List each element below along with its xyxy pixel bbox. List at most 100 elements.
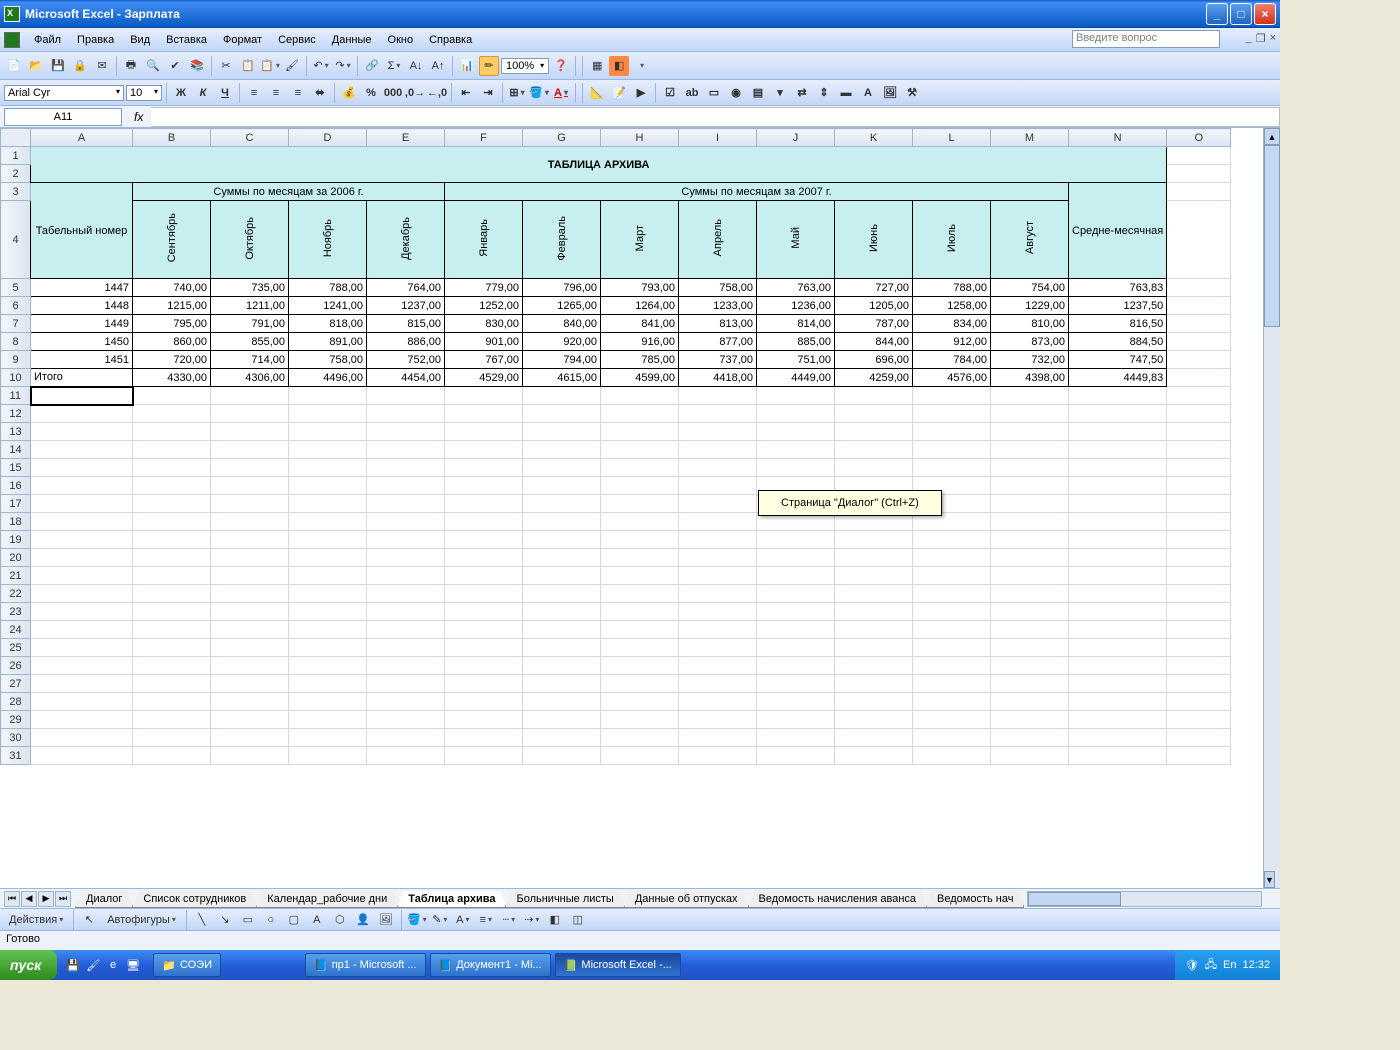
more-icon[interactable] <box>631 56 651 76</box>
tab-last-icon[interactable]: ⏭ <box>55 891 71 907</box>
total-label[interactable]: Итого <box>31 369 133 387</box>
total-value[interactable]: 4615,00 <box>523 369 601 387</box>
ql-desktop-icon[interactable]: 🖥 <box>123 955 143 975</box>
drawing-icon[interactable]: ✏ <box>479 56 499 76</box>
total-value[interactable]: 4449,00 <box>757 369 835 387</box>
cell-value[interactable]: 1233,00 <box>679 297 757 315</box>
selected-cell[interactable] <box>31 387 133 405</box>
tab-first-icon[interactable]: ⏮ <box>4 891 20 907</box>
cell-value[interactable]: 720,00 <box>133 351 211 369</box>
tray-net-icon[interactable]: 🖧 <box>1205 956 1217 975</box>
total-value[interactable]: 4418,00 <box>679 369 757 387</box>
font-color-icon[interactable]: A <box>551 83 571 103</box>
bold-icon[interactable]: Ж <box>171 83 191 103</box>
dec-indent-icon[interactable]: ⇤ <box>456 83 476 103</box>
sort-asc-icon[interactable]: A↓ <box>406 56 426 76</box>
cell-value[interactable]: 1252,00 <box>445 297 523 315</box>
cell-value[interactable]: 758,00 <box>679 279 757 297</box>
paste-icon[interactable]: 📋 <box>260 56 280 76</box>
cell-value[interactable]: 758,00 <box>289 351 367 369</box>
select-icon[interactable]: ↖ <box>79 910 99 930</box>
tray-lang[interactable]: En <box>1223 959 1236 971</box>
cell-value[interactable]: 891,00 <box>289 333 367 351</box>
row-header[interactable]: 1 <box>1 147 31 165</box>
col-header-C[interactable]: C <box>211 129 289 147</box>
sheet-tab[interactable]: Диалог <box>75 891 133 908</box>
col-header-N[interactable]: N <box>1069 129 1167 147</box>
cell-value[interactable]: 795,00 <box>133 315 211 333</box>
cell-value[interactable]: 1205,00 <box>835 297 913 315</box>
rect-icon[interactable]: ▭ <box>238 910 258 930</box>
fill-color-icon[interactable]: 🪣 <box>529 83 549 103</box>
cell-value[interactable]: 793,00 <box>601 279 679 297</box>
cell-value[interactable]: 873,00 <box>991 333 1069 351</box>
col-header-M[interactable]: M <box>991 129 1069 147</box>
arrow-style-icon[interactable]: ⇢ <box>522 910 542 930</box>
italic-icon[interactable]: К <box>193 83 213 103</box>
save-icon[interactable]: 💾 <box>48 56 68 76</box>
sheet-tab[interactable]: Ведомость нач <box>926 891 1024 908</box>
sheet-tab[interactable]: Ведомость начисления аванса <box>748 891 928 908</box>
actions-menu[interactable]: Действия <box>4 910 68 930</box>
cell-value[interactable]: 855,00 <box>211 333 289 351</box>
ctl-list-icon[interactable]: ▤ <box>748 83 768 103</box>
cell-value[interactable]: 901,00 <box>445 333 523 351</box>
hyperlink-icon[interactable]: 🔗 <box>362 56 382 76</box>
currency-icon[interactable]: 💰 <box>339 83 359 103</box>
ctl-checkbox-icon[interactable]: ☑ <box>660 83 680 103</box>
cell-id[interactable]: 1448 <box>31 297 133 315</box>
dec-decimal-icon[interactable]: ←,0 <box>427 83 447 103</box>
total-value[interactable]: 4330,00 <box>133 369 211 387</box>
inc-decimal-icon[interactable]: ,0→ <box>405 83 425 103</box>
cell-value[interactable]: 788,00 <box>289 279 367 297</box>
align-right-icon[interactable]: ≡ <box>288 83 308 103</box>
arrow-icon[interactable]: ↘ <box>215 910 235 930</box>
cell-value[interactable]: 767,00 <box>445 351 523 369</box>
ctl-label-icon[interactable]: A <box>858 83 878 103</box>
scroll-thumb[interactable] <box>1264 145 1280 327</box>
col-header-G[interactable]: G <box>523 129 601 147</box>
form-icon[interactable]: ▦ <box>587 56 607 76</box>
cell-value[interactable]: 794,00 <box>523 351 601 369</box>
print-icon[interactable]: 🖶 <box>121 56 141 76</box>
custom-icon[interactable]: ◧ <box>609 56 629 76</box>
open-icon[interactable]: 📂 <box>26 56 46 76</box>
cell-value[interactable]: 727,00 <box>835 279 913 297</box>
col-header-L[interactable]: L <box>913 129 991 147</box>
cell-value[interactable]: 885,00 <box>757 333 835 351</box>
percent-icon[interactable]: % <box>361 83 381 103</box>
line-style-icon[interactable]: ≡ <box>476 910 496 930</box>
align-center-icon[interactable]: ≡ <box>266 83 286 103</box>
cell-value[interactable]: 754,00 <box>991 279 1069 297</box>
menu-edit[interactable]: Правка <box>69 31 122 49</box>
cell-value[interactable]: 714,00 <box>211 351 289 369</box>
chart-icon[interactable]: 📊 <box>457 56 477 76</box>
shadow-icon[interactable]: ◧ <box>545 910 565 930</box>
task-excel[interactable]: 📗 Microsoft Excel -... <box>555 953 681 977</box>
cell-id[interactable]: 1450 <box>31 333 133 351</box>
total-value[interactable]: 4599,00 <box>601 369 679 387</box>
sheet-area[interactable]: ABCDEFGHIJKLMNO1ТАБЛИЦА АРХИВА23 Табельн… <box>0 128 1280 888</box>
total-avg[interactable]: 4449,83 <box>1069 369 1167 387</box>
line-icon[interactable]: ╲ <box>192 910 212 930</box>
sheet-tab[interactable]: Список сотрудников <box>132 891 257 908</box>
menu-tools[interactable]: Сервис <box>270 31 324 49</box>
diagram-icon[interactable]: ⬡ <box>330 910 350 930</box>
ql-paint-icon[interactable]: 🖌 <box>83 955 103 975</box>
cell-value[interactable]: 752,00 <box>367 351 445 369</box>
autosum-icon[interactable]: Σ <box>384 56 404 76</box>
total-value[interactable]: 4576,00 <box>913 369 991 387</box>
cut-icon[interactable]: ✂ <box>216 56 236 76</box>
cell-value[interactable]: 1211,00 <box>211 297 289 315</box>
cell-value[interactable]: 740,00 <box>133 279 211 297</box>
cell-value[interactable]: 1215,00 <box>133 297 211 315</box>
vb-run-icon[interactable]: ▶ <box>631 83 651 103</box>
tab-next-icon[interactable]: ▶ <box>38 891 54 907</box>
cell-value[interactable]: 732,00 <box>991 351 1069 369</box>
menu-file[interactable]: Файл <box>26 31 69 49</box>
font-selector[interactable]: Arial Cyr▾ <box>4 85 124 101</box>
cell-value[interactable]: 920,00 <box>523 333 601 351</box>
scroll-up-icon[interactable]: ▲ <box>1264 128 1280 145</box>
cell-value[interactable]: 814,00 <box>757 315 835 333</box>
font-size[interactable]: 10▾ <box>126 85 162 101</box>
